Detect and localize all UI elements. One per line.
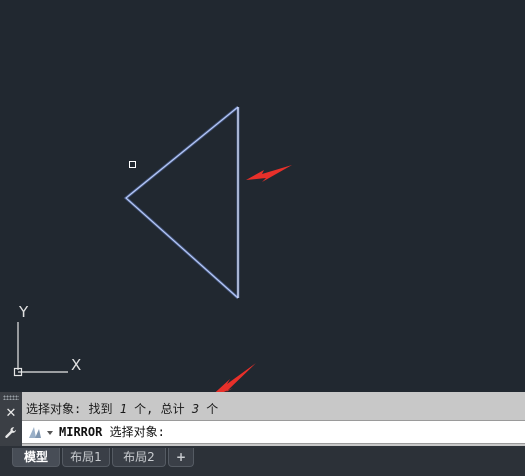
- ucs-icon: [13, 322, 68, 377]
- pickbox-cursor: [129, 161, 136, 168]
- command-prompt-text[interactable]: MIRROR 选择对象:: [59, 425, 165, 439]
- history-middle: 个, 总计: [126, 402, 192, 416]
- command-name: MIRROR: [59, 425, 103, 439]
- tab-model[interactable]: 模型: [12, 448, 60, 467]
- close-icon[interactable]: ✕: [2, 406, 20, 422]
- drawing-viewport[interactable]: Y X: [0, 0, 525, 392]
- recent-commands-icon[interactable]: [26, 424, 56, 440]
- autocad-window: Y X ✕ 选择对象: 找到 1 个, 总计 3 个 MIRROR 选择对象: …: [0, 0, 525, 476]
- annotation-arrow-command: [215, 363, 256, 392]
- wrench-icon[interactable]: [2, 426, 20, 442]
- annotation-arrow-edge: [246, 165, 292, 182]
- triangle-glow: [123, 105, 239, 300]
- ucs-x-label: X: [71, 356, 82, 374]
- command-prompt: 选择对象:: [102, 425, 165, 439]
- command-line-grip[interactable]: ✕: [0, 392, 22, 446]
- triangle-left-edges[interactable]: [125, 106, 239, 299]
- tab-layout2[interactable]: 布局2: [112, 448, 166, 467]
- command-line-panel: ✕ 选择对象: 找到 1 个, 总计 3 个 MIRROR 选择对象:: [0, 392, 525, 446]
- triangle-object[interactable]: [123, 105, 240, 300]
- history-prefix: 选择对象: 找到: [26, 402, 120, 416]
- tab-layout1[interactable]: 布局1: [62, 448, 110, 467]
- history-total-count: 3: [191, 402, 200, 416]
- ucs-y-label: Y: [19, 303, 29, 321]
- history-suffix: 个: [199, 402, 219, 416]
- command-history-line: 选择对象: 找到 1 个, 总计 3 个: [26, 402, 218, 416]
- drawing-canvas[interactable]: [0, 0, 525, 392]
- command-history: 选择对象: 找到 1 个, 总计 3 个: [22, 392, 525, 419]
- add-layout-button[interactable]: +: [168, 448, 194, 467]
- grip-dots[interactable]: [3, 395, 19, 400]
- command-input[interactable]: MIRROR 选择对象:: [22, 420, 525, 444]
- history-found-count: 1: [119, 402, 127, 416]
- layout-tabs-bar: 模型 布局1 布局2 +: [0, 446, 525, 476]
